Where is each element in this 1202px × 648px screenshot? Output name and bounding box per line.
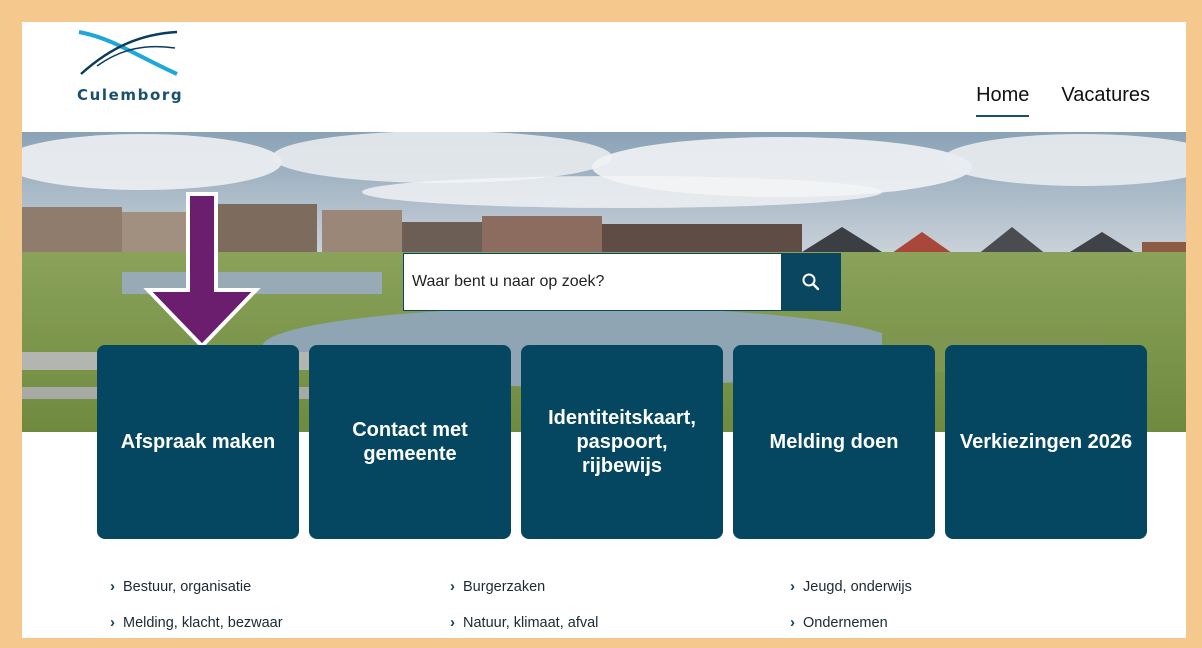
search-icon	[802, 273, 819, 291]
link-label: Ondernemen	[803, 614, 888, 631]
chevron-right-icon: ›	[790, 578, 795, 595]
search-button[interactable]	[781, 254, 840, 310]
tile-melding-doen[interactable]: Melding doen	[733, 345, 935, 539]
logo-text: Culemborg	[77, 86, 184, 104]
culemborg-logo-icon	[78, 30, 178, 76]
link-jeugd[interactable]: › Jeugd, onderwijs	[790, 578, 912, 595]
chevron-right-icon: ›	[450, 578, 455, 595]
nav-home[interactable]: Home	[976, 84, 1030, 117]
link-burgerzaken[interactable]: › Burgerzaken	[450, 578, 545, 595]
main-nav: Home Vacatures	[976, 84, 1150, 117]
page: Culemborg Home Vacatures Waar bent u naa…	[22, 22, 1186, 638]
link-label: Burgerzaken	[463, 578, 546, 595]
nav-vacatures[interactable]: Vacatures	[1061, 84, 1150, 117]
link-label: Jeugd, onderwijs	[803, 578, 912, 595]
chevron-right-icon: ›	[110, 614, 115, 631]
tile-identiteitskaart[interactable]: Identiteitskaart, paspoort, rijbewijs	[521, 345, 723, 539]
link-bestuur[interactable]: › Bestuur, organisatie	[110, 578, 251, 595]
search-input[interactable]	[404, 254, 781, 310]
link-label: Bestuur, organisatie	[123, 578, 252, 595]
chevron-right-icon: ›	[450, 614, 455, 631]
arrow-down-icon	[143, 192, 261, 349]
tile-contact-met-gemeente[interactable]: Contact met gemeente	[309, 345, 511, 539]
link-label: Natuur, klimaat, afval	[463, 614, 599, 631]
tile-afspraak-maken[interactable]: Afspraak maken	[97, 345, 299, 539]
logo-link[interactable]: Culemborg	[77, 26, 187, 106]
quick-tiles: Afspraak maken Contact met gemeente Iden…	[97, 345, 1147, 539]
search-bar	[403, 253, 841, 311]
link-label: Melding, klacht, bezwaar	[123, 614, 283, 631]
tile-verkiezingen[interactable]: Verkiezingen 2026	[945, 345, 1147, 539]
chevron-right-icon: ›	[110, 578, 115, 595]
link-melding[interactable]: › Melding, klacht, bezwaar	[110, 614, 283, 631]
link-natuur[interactable]: › Natuur, klimaat, afval	[450, 614, 598, 631]
link-ondernemen[interactable]: › Ondernemen	[790, 614, 888, 631]
chevron-right-icon: ›	[790, 614, 795, 631]
